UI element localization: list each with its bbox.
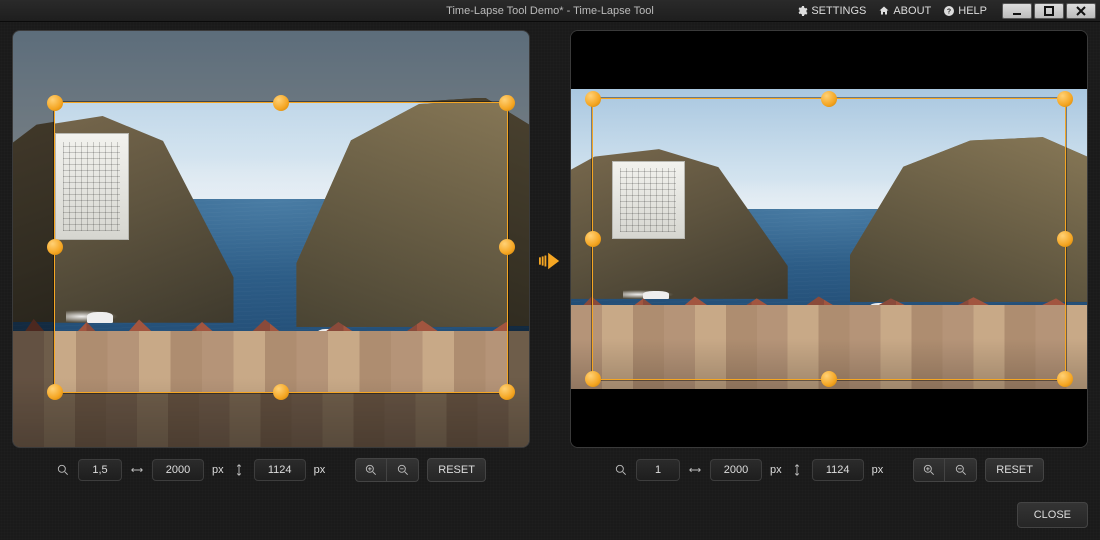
right-height-unit: px bbox=[872, 464, 884, 476]
right-zoom-out-button[interactable] bbox=[945, 458, 977, 482]
gear-icon bbox=[796, 5, 808, 17]
help-link[interactable]: ? HELP bbox=[938, 3, 992, 19]
title-bar: Time-Lapse Tool Demo* - Time-Lapse Tool … bbox=[0, 0, 1100, 22]
help-icon: ? bbox=[943, 5, 955, 17]
right-height-input[interactable]: 1124 bbox=[812, 459, 864, 481]
right-reset-button[interactable]: RESET bbox=[985, 458, 1044, 482]
close-window-button[interactable] bbox=[1066, 3, 1096, 19]
right-controls: 1 2000 px 1124 px bbox=[570, 448, 1088, 492]
right-crop-rect[interactable] bbox=[592, 98, 1067, 381]
width-icon bbox=[688, 463, 702, 477]
height-icon bbox=[790, 463, 804, 477]
crop-handle-bl[interactable] bbox=[585, 371, 601, 387]
left-height-unit: px bbox=[314, 464, 326, 476]
left-crop-rect[interactable] bbox=[54, 102, 508, 393]
crop-handle-mr[interactable] bbox=[1057, 231, 1073, 247]
settings-label: SETTINGS bbox=[811, 5, 866, 17]
crop-handle-tm[interactable] bbox=[821, 91, 837, 107]
letterbox-bottom bbox=[571, 389, 1087, 447]
left-controls: 1,5 2000 px 1124 px bbox=[12, 448, 530, 492]
crop-handle-tr[interactable] bbox=[499, 95, 515, 111]
crop-handle-tl[interactable] bbox=[47, 95, 63, 111]
width-icon bbox=[130, 463, 144, 477]
left-width-unit: px bbox=[212, 464, 224, 476]
left-zoom-out-button[interactable] bbox=[387, 458, 419, 482]
maximize-button[interactable] bbox=[1034, 3, 1064, 19]
letterbox-top bbox=[571, 31, 1087, 89]
about-label: ABOUT bbox=[893, 5, 931, 17]
crop-handle-tm[interactable] bbox=[273, 95, 289, 111]
footer: CLOSE bbox=[12, 500, 1088, 530]
crop-handle-bm[interactable] bbox=[273, 384, 289, 400]
settings-link[interactable]: SETTINGS bbox=[791, 3, 871, 19]
editor-area: 1,5 2000 px 1124 px bbox=[12, 30, 1088, 492]
left-panel-wrap: 1,5 2000 px 1124 px bbox=[12, 30, 530, 492]
minimize-button[interactable] bbox=[1002, 3, 1032, 19]
crop-handle-br[interactable] bbox=[1057, 371, 1073, 387]
crop-handle-bl[interactable] bbox=[47, 384, 63, 400]
crop-handle-tr[interactable] bbox=[1057, 91, 1073, 107]
left-zoom-in-button[interactable] bbox=[355, 458, 387, 482]
help-label: HELP bbox=[958, 5, 987, 17]
height-icon bbox=[232, 463, 246, 477]
home-icon bbox=[878, 5, 890, 17]
left-width-input[interactable]: 2000 bbox=[152, 459, 204, 481]
zoom-out-icon bbox=[396, 463, 410, 477]
svg-text:?: ? bbox=[947, 8, 951, 15]
zoom-out-icon bbox=[954, 463, 968, 477]
right-preview-panel[interactable] bbox=[570, 30, 1088, 448]
right-zoom-in-button[interactable] bbox=[913, 458, 945, 482]
magnifier-icon bbox=[614, 463, 628, 477]
about-link[interactable]: ABOUT bbox=[873, 3, 936, 19]
crop-handle-ml[interactable] bbox=[585, 231, 601, 247]
crop-handle-mr[interactable] bbox=[499, 239, 515, 255]
right-zoom-input[interactable]: 1 bbox=[636, 459, 680, 481]
transition-arrow bbox=[530, 30, 570, 492]
crop-handle-tl[interactable] bbox=[585, 91, 601, 107]
right-width-input[interactable]: 2000 bbox=[710, 459, 762, 481]
zoom-in-icon bbox=[364, 463, 378, 477]
left-preview-panel[interactable] bbox=[12, 30, 530, 448]
zoom-in-icon bbox=[922, 463, 936, 477]
crop-handle-br[interactable] bbox=[499, 384, 515, 400]
crop-handle-ml[interactable] bbox=[47, 239, 63, 255]
left-reset-button[interactable]: RESET bbox=[427, 458, 486, 482]
right-width-unit: px bbox=[770, 464, 782, 476]
left-zoom-input[interactable]: 1,5 bbox=[78, 459, 122, 481]
crop-handle-bm[interactable] bbox=[821, 371, 837, 387]
left-height-input[interactable]: 1124 bbox=[254, 459, 306, 481]
magnifier-icon bbox=[56, 463, 70, 477]
close-button[interactable]: CLOSE bbox=[1017, 502, 1088, 528]
right-panel-wrap: 1 2000 px 1124 px bbox=[570, 30, 1088, 492]
